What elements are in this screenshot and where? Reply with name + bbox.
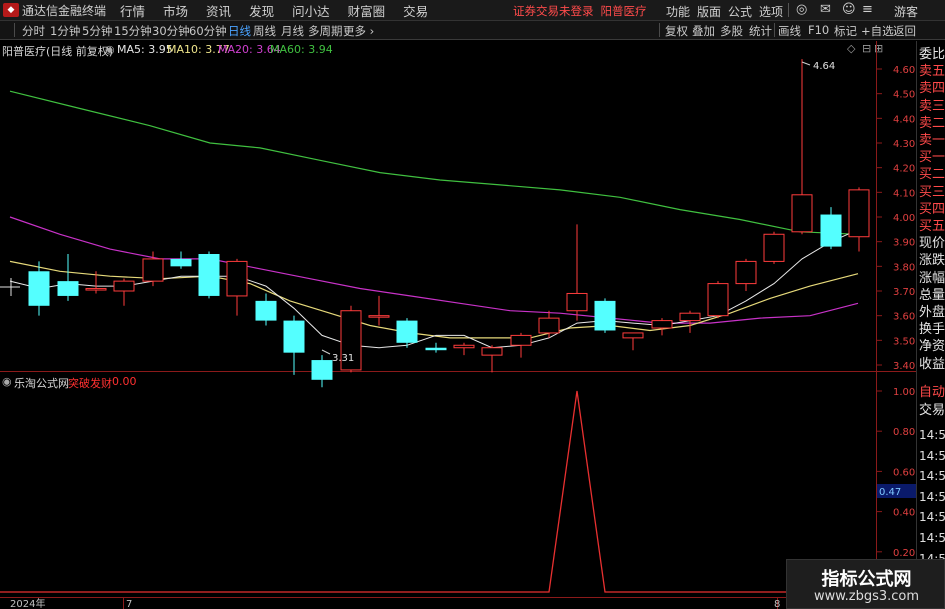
side-item-label: 卖五 — [919, 64, 945, 80]
candle-body — [679, 312, 701, 322]
tick-time: 14:56 — [919, 510, 945, 525]
candle-body — [651, 320, 673, 329]
side-item-label: 净资 — [919, 339, 945, 355]
price-tick-label: 3.90 — [893, 238, 915, 249]
candle-body — [198, 254, 220, 296]
high-price-label: 4.64 — [813, 61, 835, 72]
candle-body — [142, 258, 164, 282]
side-item-label: 买四 — [919, 201, 945, 217]
side-item-label: 卖一 — [919, 133, 945, 148]
candle-body — [848, 189, 870, 238]
candle-body — [735, 260, 757, 285]
candle-body — [763, 233, 785, 262]
side-item-label: 外盘 — [919, 305, 945, 320]
price-tick-label: 3.50 — [893, 336, 915, 347]
price-tick-label: 4.40 — [893, 114, 915, 125]
x-label-month-7: 7 — [126, 599, 132, 609]
indicator-line — [0, 390, 876, 593]
watermark-title: 指标公式网 — [821, 569, 912, 590]
candle-body — [566, 292, 588, 312]
candle-body — [396, 320, 418, 343]
candle-body — [226, 260, 248, 297]
candle-body — [707, 283, 729, 317]
candle-body — [368, 315, 390, 318]
side-item-label: 现价 — [919, 236, 945, 252]
side-item-label: 买五 — [919, 219, 945, 234]
side-item-label: 换手 — [919, 322, 945, 338]
price-tick-label: 3.60 — [893, 312, 915, 323]
candle-body — [255, 300, 277, 321]
candle-body — [283, 320, 305, 353]
tick-time: 14:56 — [919, 531, 945, 545]
candle-body — [481, 347, 503, 356]
candle-body — [791, 194, 813, 233]
price-tick-label: 4.30 — [893, 139, 915, 150]
indicator-tick-label: 0.80 — [893, 427, 915, 438]
candle-body — [594, 300, 616, 331]
side-item-label: 涨跌 — [919, 253, 945, 269]
side-item-label: 总量 — [919, 287, 945, 303]
side-item-label: 买二 — [919, 167, 945, 183]
price-tick-label: 3.80 — [893, 262, 915, 273]
candle-body — [820, 214, 842, 247]
candle-body — [85, 288, 107, 291]
price-tick-label: 4.10 — [893, 188, 915, 199]
tick-time: 14:56 — [919, 428, 945, 442]
candle-body — [622, 332, 644, 339]
ma60-line — [9, 90, 859, 235]
candle-body — [113, 280, 135, 292]
side-item-label: 卖三 — [919, 98, 945, 114]
tick-time: 14:56 — [919, 469, 945, 484]
candle-body — [510, 334, 532, 346]
watermark-url: www.zbgs3.com — [813, 589, 920, 604]
quote-side-panel: 委比卖五 卖四 卖三 卖二卖一买一 买二 买三 买四买五现价 涨跌 涨幅 总量外盘换手 净资 收益自动… — [917, 41, 945, 609]
candle-body — [311, 360, 333, 380]
ma-lines — [9, 90, 860, 349]
indicator-tick-label: 0.20 — [893, 548, 915, 559]
side-item-label: 卖四 — [919, 81, 945, 97]
side-item-label: 买三 — [919, 184, 945, 200]
high-marker — [801, 61, 811, 66]
indicator-current-value: 0.47 — [879, 487, 901, 498]
low-marker — [321, 349, 331, 355]
trade-toggle[interactable]: 交易 — [919, 403, 945, 419]
indicator-tick-label: 0.40 — [893, 508, 915, 519]
candle-body — [453, 344, 475, 349]
candle-body — [57, 281, 79, 296]
candle-body — [28, 271, 50, 306]
ma5-line — [9, 228, 860, 349]
x-label-month-8: 8 — [774, 599, 780, 609]
price-axis: 4.60 4.50 4.40 4.30 4.20 4.10 4.00 3.90 3.80 3.70… — [877, 65, 915, 372]
candle-body — [425, 347, 447, 351]
tick-time: 14:56 — [919, 448, 945, 463]
price-tick-label: 4.60 — [893, 65, 915, 76]
watermark-badge: 指标公式网 www.zbgs3.com — [786, 559, 945, 609]
tick-time: 14:56 — [919, 489, 945, 504]
side-item-label: 涨幅 — [919, 270, 945, 286]
price-tick-label: 3.40 — [893, 361, 915, 372]
price-tick-label: 4.00 — [893, 213, 915, 224]
low-price-label: 3.31 — [332, 353, 354, 364]
indicator-axis: 1.00 0.80 0.60 0.40 0.20 — [877, 387, 915, 559]
side-item-label: 买一 — [919, 150, 945, 166]
price-tick-label: 4.50 — [893, 90, 915, 101]
candle-body — [170, 258, 192, 267]
auto-toggle[interactable]: 自动 — [919, 385, 945, 401]
side-item-label: 收益 — [919, 356, 945, 372]
ma20-line — [9, 216, 859, 324]
indicator-tick-label: 0.60 — [893, 467, 915, 478]
kline-chart[interactable]: 4.64 3.31 4.60 4.50 4.40 4.30 4.20 4.10 4.00 3.… — [0, 0, 945, 609]
side-item-label: 卖二 — [919, 115, 945, 131]
price-tick-label: 4.20 — [893, 164, 915, 175]
candle-body — [538, 317, 560, 334]
price-tick-label: 3.70 — [893, 287, 915, 298]
side-item-label: 委比 — [919, 47, 945, 62]
indicator-tick-label: 1.00 — [893, 387, 915, 398]
x-label-year: 2024年 — [10, 597, 45, 609]
